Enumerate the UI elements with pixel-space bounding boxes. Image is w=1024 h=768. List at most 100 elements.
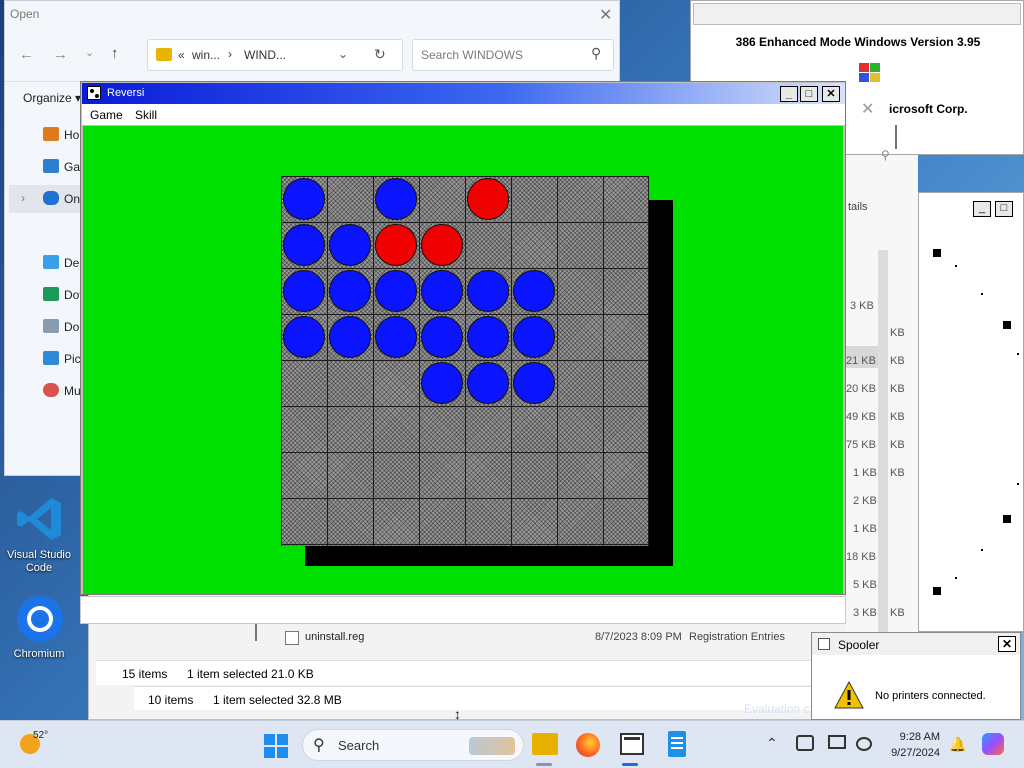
board-square[interactable] <box>419 452 465 498</box>
board-square[interactable] <box>373 452 419 498</box>
sidebar-item-music[interactable]: Mu <box>9 377 85 405</box>
clock-time[interactable]: 9:28 AM <box>884 731 940 743</box>
board-square[interactable] <box>603 222 649 268</box>
board-square[interactable] <box>557 360 603 406</box>
reversi-app-icon[interactable] <box>87 86 101 100</box>
about-close-icon[interactable]: ✕ <box>861 99 874 119</box>
start-button[interactable] <box>264 734 288 758</box>
board-square[interactable] <box>419 498 465 544</box>
chevron-down-icon[interactable]: ⌄ <box>338 47 348 61</box>
clock-date[interactable]: 9/27/2024 <box>884 747 940 759</box>
board-square[interactable] <box>327 176 373 222</box>
terminal-icon[interactable] <box>620 733 644 755</box>
file-explorer-icon[interactable] <box>532 733 558 755</box>
desktop-icon-chromium[interactable]: Chromium <box>6 594 72 664</box>
board-square[interactable] <box>557 406 603 452</box>
row-name[interactable]: uninstall.reg <box>305 631 364 643</box>
board-square[interactable] <box>557 452 603 498</box>
board-square[interactable] <box>557 176 603 222</box>
board-square[interactable] <box>327 406 373 452</box>
settings-icon[interactable] <box>856 737 872 751</box>
board-square[interactable] <box>465 222 511 268</box>
board-square[interactable] <box>511 498 557 544</box>
board-square[interactable] <box>465 452 511 498</box>
board-square[interactable] <box>373 406 419 452</box>
close-icon[interactable]: ✕ <box>599 5 612 25</box>
board-square[interactable] <box>511 452 557 498</box>
board-square[interactable] <box>281 360 327 406</box>
board-square[interactable] <box>557 222 603 268</box>
board-square[interactable] <box>281 452 327 498</box>
board-square[interactable] <box>465 498 511 544</box>
board-square[interactable] <box>373 360 419 406</box>
details-label[interactable]: tails <box>848 201 868 213</box>
search-icon[interactable]: ⚲ <box>591 45 601 62</box>
board-square[interactable] <box>603 176 649 222</box>
up-arrow-icon[interactable]: ↑ <box>111 45 119 62</box>
board-square[interactable] <box>603 360 649 406</box>
board-square[interactable] <box>511 406 557 452</box>
board-square[interactable] <box>373 498 419 544</box>
sidebar-item-onedrive[interactable]: › One <box>9 185 85 213</box>
sidebar-item-downloads[interactable]: Dov <box>9 281 85 309</box>
chevron-up-icon[interactable]: ⌃ <box>766 735 778 752</box>
board-square[interactable] <box>603 452 649 498</box>
search-input[interactable]: Search WINDOWS <box>421 48 523 62</box>
board-square[interactable] <box>327 360 373 406</box>
board-square[interactable] <box>511 176 557 222</box>
reversi-titlebar[interactable]: Reversi _ □ ✕ <box>82 83 845 104</box>
board-square[interactable] <box>603 268 649 314</box>
bell-icon[interactable]: 🔔 <box>949 736 966 753</box>
board-square[interactable] <box>557 268 603 314</box>
taskbar-search[interactable]: ⚲ Search <box>302 729 524 761</box>
board-square[interactable] <box>419 406 465 452</box>
chevron-down-icon[interactable]: ⌄ <box>85 46 94 59</box>
board-square[interactable] <box>327 498 373 544</box>
menu-skill[interactable]: Skill <box>135 108 157 122</box>
size-cell: 1 KB <box>853 467 877 479</box>
notepad-icon[interactable] <box>668 731 686 757</box>
sidebar-item-gallery[interactable]: Gall <box>9 153 85 181</box>
sidebar-item-documents[interactable]: Doc <box>9 313 85 341</box>
address-bar[interactable]: « win... › WIND... ⌄ ↻ <box>147 39 403 71</box>
board-square[interactable] <box>327 452 373 498</box>
maximize-button[interactable]: □ <box>995 201 1013 217</box>
board-square[interactable] <box>557 498 603 544</box>
crumb-windows[interactable]: WIND... <box>244 48 286 62</box>
minimize-button[interactable]: _ <box>780 86 798 102</box>
forward-arrow-icon[interactable]: → <box>53 46 68 63</box>
network-icon[interactable] <box>796 735 814 751</box>
back-arrow-icon[interactable]: ← <box>19 46 34 63</box>
board-square[interactable] <box>281 406 327 452</box>
sidebar-item-pictures[interactable]: Pict <box>9 345 85 373</box>
close-button[interactable]: ✕ <box>822 86 840 102</box>
board-square[interactable] <box>557 314 603 360</box>
refresh-icon[interactable]: ↻ <box>374 46 386 63</box>
board-square[interactable] <box>603 314 649 360</box>
display-icon[interactable] <box>828 735 846 749</box>
board-square[interactable] <box>465 406 511 452</box>
weather-temp[interactable]: 52° <box>33 730 48 741</box>
board-square[interactable] <box>419 176 465 222</box>
copilot-icon[interactable] <box>982 733 1004 755</box>
scrollbar[interactable] <box>878 250 888 650</box>
search-icon[interactable]: ⚲ <box>881 148 890 162</box>
crumb-back[interactable]: « <box>178 48 185 62</box>
board-square[interactable] <box>603 406 649 452</box>
close-button[interactable]: ✕ <box>998 636 1016 652</box>
board-square[interactable] <box>281 498 327 544</box>
sidebar-item-home[interactable]: Hor <box>9 121 85 149</box>
maximize-button[interactable]: □ <box>800 86 818 102</box>
sidebar-item-desktop[interactable]: Des <box>9 249 85 277</box>
desktop-icon-vscode[interactable]: Visual Studio Code <box>6 494 72 578</box>
board-square[interactable] <box>603 498 649 544</box>
organize-button[interactable]: Organize ▾ <box>23 91 81 105</box>
firefox-icon[interactable] <box>576 733 600 757</box>
reversi-board[interactable] <box>281 176 649 546</box>
search-box[interactable]: Search WINDOWS ⚲ <box>412 39 614 71</box>
menu-game[interactable]: Game <box>90 108 123 122</box>
chevron-right-icon[interactable]: › <box>21 191 25 205</box>
crumb-win[interactable]: win... <box>192 48 220 62</box>
minimize-button[interactable]: _ <box>973 201 991 217</box>
board-square[interactable] <box>511 222 557 268</box>
